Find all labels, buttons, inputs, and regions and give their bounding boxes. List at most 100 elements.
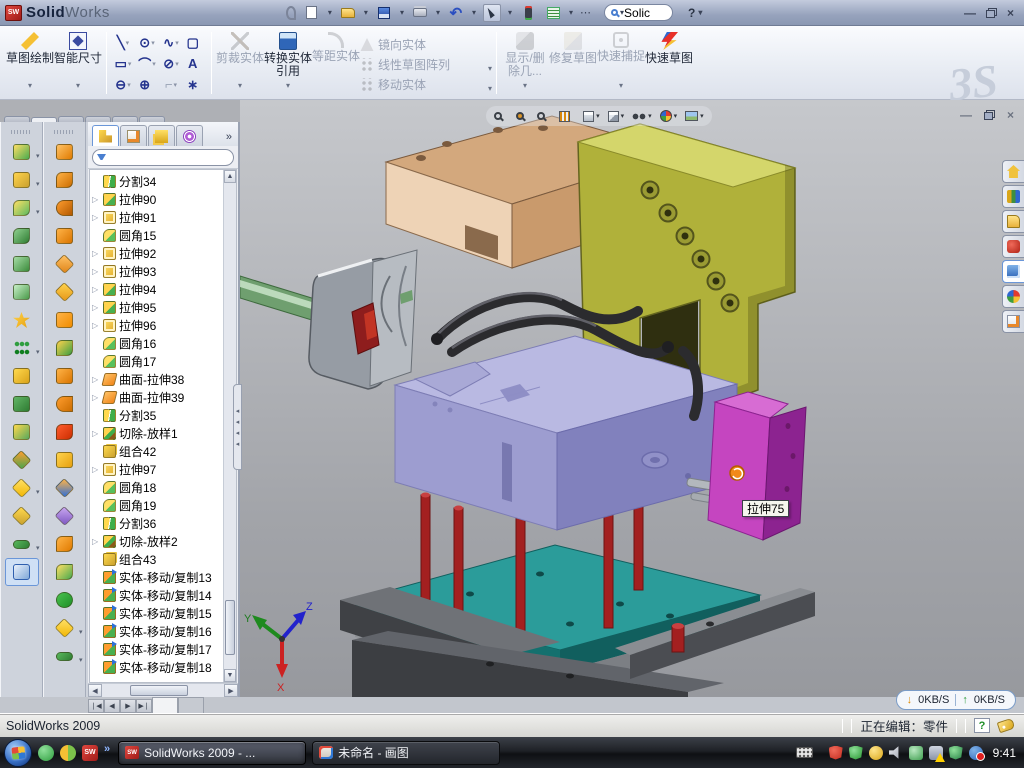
feature-tool-button[interactable]: ▾	[48, 222, 82, 250]
feature-tool-button[interactable]: ▾	[5, 502, 39, 530]
tree-item[interactable]: ▷ 实体-移动/复制17	[92, 640, 222, 658]
feature-tool-button[interactable]: ▾	[48, 586, 82, 614]
search-input[interactable]	[624, 6, 666, 20]
command-button[interactable]: 转换实体引用 ▾	[264, 30, 312, 94]
caret-icon[interactable]: ▾	[126, 39, 130, 47]
feature-tool-button[interactable]: ▾	[5, 194, 39, 222]
expander-icon[interactable]: ▷	[92, 213, 100, 222]
task-pane-tab[interactable]	[1002, 235, 1024, 258]
security-alert-icon[interactable]	[829, 746, 843, 760]
model-tab[interactable]	[178, 697, 204, 713]
caret-icon[interactable]: ▾	[523, 79, 527, 94]
view-tool-button[interactable]: ▾	[660, 110, 678, 122]
sketch-entity-button[interactable]: ▢ ▾	[183, 32, 207, 53]
feature-tool-button[interactable]: ▾	[5, 558, 39, 586]
tree-item[interactable]: ▷ 组合43	[92, 550, 222, 568]
view-tool-button[interactable]: ▾	[685, 111, 704, 121]
feature-tool-button[interactable]: ▾	[48, 390, 82, 418]
expander-icon[interactable]: ▷	[92, 321, 100, 330]
caret-icon[interactable]: ▾	[175, 60, 179, 68]
caret-icon[interactable]: ▾	[364, 8, 368, 17]
feature-tool-button[interactable]: ▾	[48, 474, 82, 502]
sketch-entity-button[interactable]: ∗ ▾	[183, 74, 207, 95]
feature-tool-button[interactable]: ▾	[48, 558, 82, 586]
close-button[interactable]: ×	[1007, 6, 1014, 20]
view-tool-button[interactable]: ▾	[494, 112, 508, 120]
caret-icon[interactable]: ▾	[128, 60, 132, 68]
feature-tool-button[interactable]: ▾	[48, 642, 82, 670]
tree-item[interactable]: ▷ 曲面-拉伸39	[92, 388, 222, 406]
panel-splitter-handle[interactable]: ◂ ◂ ◂ ◂	[233, 384, 242, 470]
sketch-entity-button[interactable]: ∿ ▾	[159, 32, 183, 53]
caret-icon[interactable]: ▾	[619, 79, 623, 94]
caret-icon[interactable]: ▾	[400, 8, 404, 17]
expander-icon[interactable]: ▷	[92, 429, 100, 438]
sketch-entity-button[interactable]: ⌒ ▾	[135, 53, 159, 74]
view-tool-button[interactable]: ▾	[632, 112, 652, 120]
taskbar-button[interactable]: SW SolidWorks 2009 - ...	[118, 741, 306, 765]
feature-tool-button[interactable]: ▾	[48, 530, 82, 558]
new-file-button[interactable]	[303, 4, 321, 22]
expander-icon[interactable]: ▷	[92, 285, 100, 294]
caret-icon[interactable]: ▾	[488, 84, 492, 93]
command-button[interactable]: 快速捕捉 ▾	[597, 30, 645, 94]
feature-manager-tab[interactable]	[176, 125, 203, 146]
command-button[interactable]: 草图绘制 ▾	[6, 30, 54, 94]
select-tool-button[interactable]	[483, 4, 501, 22]
expander-icon[interactable]: ▷	[92, 375, 100, 384]
caret-icon[interactable]: ▾	[508, 8, 512, 17]
caret-icon[interactable]: ▾	[28, 79, 32, 94]
expand-panel-icon[interactable]: »	[226, 131, 236, 146]
command-button[interactable]: 快速草图 ▾	[645, 30, 693, 94]
tree-item[interactable]: ▷ 圆角18	[92, 478, 222, 496]
antivirus-icon[interactable]	[849, 746, 863, 760]
sketch-entity-button[interactable]: ⊙ ▾	[135, 32, 159, 53]
search-box[interactable]: ▾	[604, 4, 673, 21]
tree-item[interactable]: ▷ 曲面-拉伸38	[92, 370, 222, 388]
doc-close-button[interactable]: ×	[1007, 108, 1014, 122]
mold-assembly-model[interactable]: Y Z X	[240, 104, 1024, 697]
caret-icon[interactable]: ▾	[76, 79, 80, 94]
feature-manager-tab[interactable]	[120, 125, 147, 146]
pushpin-icon[interactable]	[286, 6, 296, 20]
caret-icon[interactable]: ▾	[436, 8, 440, 17]
open-file-button[interactable]	[339, 4, 357, 22]
command-button[interactable]: 修复草图 ▾	[549, 30, 597, 94]
tree-item[interactable]: ▷ 拉伸92	[92, 244, 222, 262]
feature-tool-button[interactable]: ▾	[48, 250, 82, 278]
caret-icon[interactable]: ▾	[79, 656, 83, 664]
last-tab-button[interactable]: ▶❘	[136, 699, 152, 713]
tag-icon[interactable]	[997, 718, 1016, 733]
options-button[interactable]	[544, 4, 562, 22]
feature-tool-button[interactable]: ▾	[48, 334, 82, 362]
sync-blocked-icon[interactable]	[969, 746, 983, 760]
quick-tips-button[interactable]: ?	[974, 718, 990, 733]
scroll-left-button[interactable]: ◀	[88, 684, 102, 697]
caret-icon[interactable]: ▾	[175, 39, 179, 47]
prev-tab-button[interactable]: ◀	[104, 699, 120, 713]
feature-tool-button[interactable]: ▾	[48, 166, 82, 194]
task-pane-tab[interactable]	[1002, 210, 1024, 233]
command-button[interactable]: 显示/删除几... ▾	[501, 30, 549, 94]
feature-tool-button[interactable]: ▾	[48, 138, 82, 166]
feature-tool-button[interactable]: ▾	[48, 502, 82, 530]
feature-tool-button[interactable]: ▾	[5, 474, 39, 502]
model-tab[interactable]	[152, 697, 178, 713]
tree-item[interactable]: ▷ 拉伸93	[92, 262, 222, 280]
feature-tool-button[interactable]: ▾	[5, 222, 39, 250]
expander-icon[interactable]: ▷	[92, 393, 100, 402]
tree-item[interactable]: ▷ 实体-移动/复制14	[92, 586, 222, 604]
scrollbar-thumb[interactable]	[130, 685, 188, 696]
tree-item[interactable]: ▷ 拉伸95	[92, 298, 222, 316]
feature-tool-button[interactable]: ▾	[48, 446, 82, 474]
tree-item[interactable]: ▷ 实体-移动/复制16	[92, 622, 222, 640]
tree-item[interactable]: ▷ 圆角16	[92, 334, 222, 352]
messaging-icon[interactable]	[909, 746, 923, 760]
caret-icon[interactable]: ▾	[648, 112, 652, 120]
feature-tool-button[interactable]: ▾	[5, 390, 39, 418]
tree-item[interactable]: ▷ 分割35	[92, 406, 222, 424]
caret-icon[interactable]: ▾	[36, 544, 40, 552]
feature-tool-button[interactable]: ▾	[5, 446, 39, 474]
tree-item[interactable]: ▷ 拉伸96	[92, 316, 222, 334]
defender-icon[interactable]	[949, 746, 963, 760]
